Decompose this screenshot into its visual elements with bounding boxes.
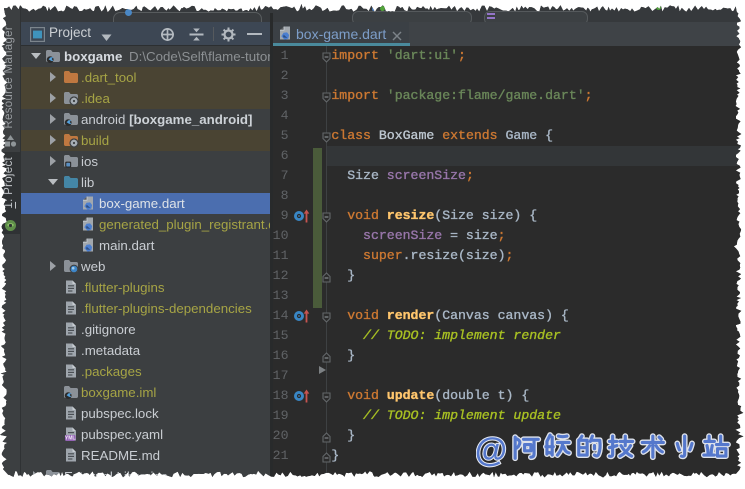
svg-text:@: @ xyxy=(476,431,507,468)
svg-text:YML: YML xyxy=(65,436,76,442)
